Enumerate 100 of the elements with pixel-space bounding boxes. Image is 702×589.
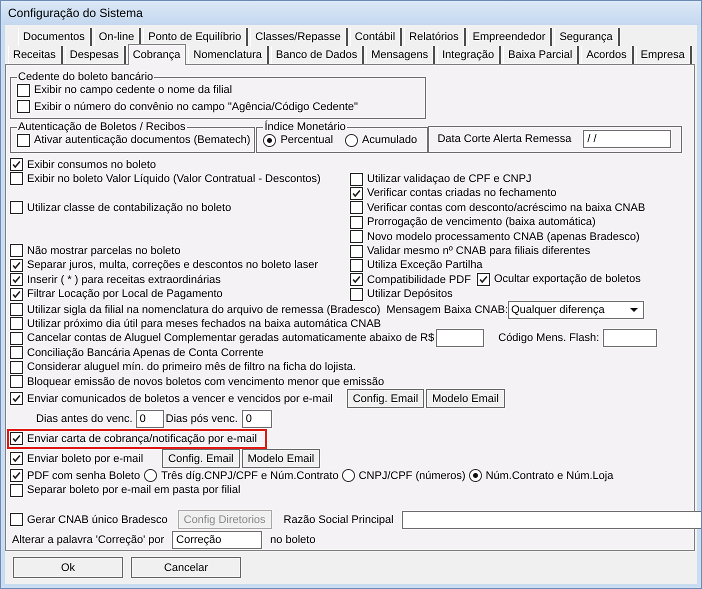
field-label: Mensagem Baixa CNAB: (386, 304, 508, 316)
checkbox[interactable] (10, 484, 23, 497)
radio-button[interactable] (342, 469, 355, 482)
checkbox[interactable] (10, 375, 23, 388)
checkbox[interactable] (10, 513, 23, 526)
checkbox-label: Ativar autenticação documentos (Bematech) (34, 133, 250, 147)
checkbox-label: Separar boleto por e-mail em pasta por filial (27, 483, 240, 498)
button[interactable]: Config. Email (162, 449, 240, 468)
checkbox[interactable] (10, 432, 23, 446)
input-field[interactable]: 0 (242, 410, 272, 428)
tab[interactable]: Documentos (18, 28, 92, 46)
checkbox-label: Verificar contas com desconto/acréscimo na baixa CNAB (367, 200, 646, 215)
checkbox-label: Não mostrar parcelas no boleto (27, 244, 180, 258)
checkbox[interactable] (476, 272, 490, 286)
input-field[interactable] (436, 329, 484, 348)
radio-button[interactable] (144, 469, 158, 482)
tab[interactable]: Mensagens (366, 46, 436, 64)
field-label: Razão Social Principal (284, 514, 394, 526)
checkbox-label: Compatibilidade PDF (367, 272, 471, 287)
tab[interactable]: Banco de Dados (270, 46, 364, 64)
tab[interactable]: Segurança (554, 28, 620, 46)
tab[interactable]: On-line (94, 28, 142, 46)
radio-label: Percentual (280, 133, 334, 147)
field-label: Dias antes do venc. (36, 412, 133, 425)
checkbox[interactable] (10, 392, 23, 406)
button[interactable]: Config. Email (346, 389, 424, 408)
field-label: Alterar a palavra 'Correção' por (12, 534, 164, 546)
button[interactable]: Cancelar (131, 557, 241, 578)
checkbox[interactable] (350, 216, 363, 229)
tab[interactable]: Empresa (636, 46, 692, 64)
checkbox[interactable] (17, 84, 30, 96)
checkbox-label: Considerar aluguel mín. do primeiro mês de filtro na ficha do lojista. (27, 360, 356, 374)
checkbox[interactable] (10, 360, 23, 374)
checkbox-label: Prorrogação de vencimento (baixa automática) (367, 215, 596, 230)
checkbox[interactable] (350, 201, 363, 214)
checkbox[interactable] (10, 303, 23, 316)
tab[interactable]: Acordos (581, 46, 634, 64)
tab[interactable]: Relatórios (404, 28, 466, 46)
checkbox-label: Conciliação Bancária Apenas de Conta Corrente (27, 346, 264, 360)
checkbox[interactable] (10, 288, 23, 301)
checkbox-label: Filtrar Locação por Local de Pagamento (27, 287, 223, 302)
input-field[interactable] (402, 510, 701, 529)
input-field[interactable] (603, 329, 658, 348)
window-title: Configuração do Sistema (8, 6, 143, 20)
checkbox[interactable] (350, 288, 363, 301)
checkbox-label: Ocultar exportação de boletos (494, 272, 641, 286)
checkbox[interactable] (350, 244, 363, 258)
button[interactable]: Modelo Email (242, 449, 320, 468)
checkbox[interactable] (10, 317, 23, 330)
checkbox-label: Exibir no campo cedente o nome da filial (34, 83, 232, 97)
button[interactable]: Modelo Email (426, 389, 505, 408)
button[interactable]: Ok (13, 557, 123, 578)
field-label: Código Mens. Flash: (498, 332, 600, 344)
tab[interactable]: Nomenclatura (188, 46, 269, 64)
radio-button[interactable] (345, 134, 358, 146)
field-label: no boleto (270, 534, 316, 546)
checkbox-label: PDF com senha Boleto (27, 468, 140, 483)
checkbox[interactable] (10, 273, 23, 286)
checkbox[interactable] (10, 469, 23, 482)
tab[interactable]: Ponto de Equilíbrio (143, 28, 248, 46)
checkbox-label: Bloquear emissão de novos boletos com vencimento menor que emissão (27, 374, 384, 389)
checkbox[interactable] (10, 201, 23, 214)
tab[interactable]: Cobrança (128, 44, 186, 65)
checkbox[interactable] (10, 258, 23, 272)
tab[interactable]: Baixa Parcial (503, 46, 580, 64)
tab[interactable]: Classes/Repasse (250, 28, 348, 46)
checkbox-label: Enviar comunicados de boletos a vencer e vencidos por e-mail (27, 392, 333, 406)
input-field[interactable]: Correção (172, 530, 262, 549)
date-field[interactable]: / / (583, 130, 672, 148)
checkbox[interactable] (10, 346, 23, 360)
checkbox-label: Utilizar Depósitos (367, 287, 453, 302)
tab[interactable]: Despesas (64, 46, 126, 64)
checkbox[interactable] (17, 100, 30, 113)
checkbox-label: Utilizar classe de contabilização no boleto (27, 200, 232, 215)
checkbox[interactable] (17, 134, 30, 146)
checkbox[interactable] (350, 172, 363, 186)
input-field[interactable]: 0 (136, 410, 164, 428)
checkbox[interactable] (10, 452, 23, 466)
checkbox[interactable] (10, 172, 23, 186)
checkbox[interactable] (10, 332, 23, 345)
checkbox[interactable] (350, 273, 363, 286)
tab[interactable]: Receitas (8, 46, 63, 64)
checkbox[interactable] (350, 230, 363, 244)
checkbox-label: Exibir consumos no boleto (27, 158, 156, 172)
radio-label: Núm.Contrato e Núm.Loja (486, 468, 614, 483)
tab[interactable]: Contábil (350, 28, 402, 46)
checkbox[interactable] (10, 158, 23, 171)
tab[interactable]: Integração (437, 46, 502, 64)
dropdown[interactable]: Qualquer diferença (508, 300, 644, 319)
checkbox-label: Utilizar sigla da filial na nomenclatura do arquivo de remessa (Bradesco) (27, 302, 380, 317)
checkbox[interactable] (350, 186, 363, 200)
checkbox-label: Exibir no boleto Valor Líquido (Valor Contratual - Descontos) (27, 172, 321, 186)
checkbox[interactable] (10, 244, 23, 258)
radio-button[interactable] (468, 469, 482, 482)
radio-button[interactable] (263, 134, 276, 146)
field-label: Data Corte Alerta Remessa (437, 133, 572, 146)
group-title: Cedente do boleto bancário (17, 71, 154, 83)
checkbox-label: Utilizar validaçao de CPF e CNPJ (367, 172, 532, 186)
tab[interactable]: Empreendedor (468, 28, 552, 46)
checkbox[interactable] (350, 258, 363, 272)
